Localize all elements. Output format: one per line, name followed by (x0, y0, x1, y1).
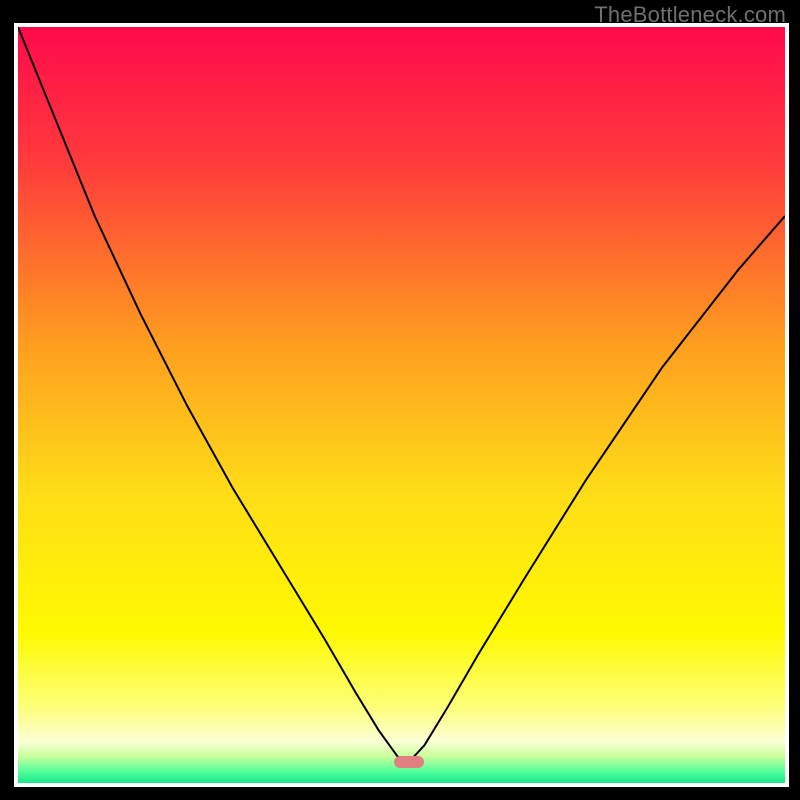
plot-frame (14, 23, 789, 787)
plot-area (18, 27, 785, 783)
bottleneck-curve (18, 27, 785, 762)
chart-stage: TheBottleneck.com (0, 0, 800, 800)
minimum-marker (394, 756, 424, 768)
curve-svg (18, 27, 785, 783)
